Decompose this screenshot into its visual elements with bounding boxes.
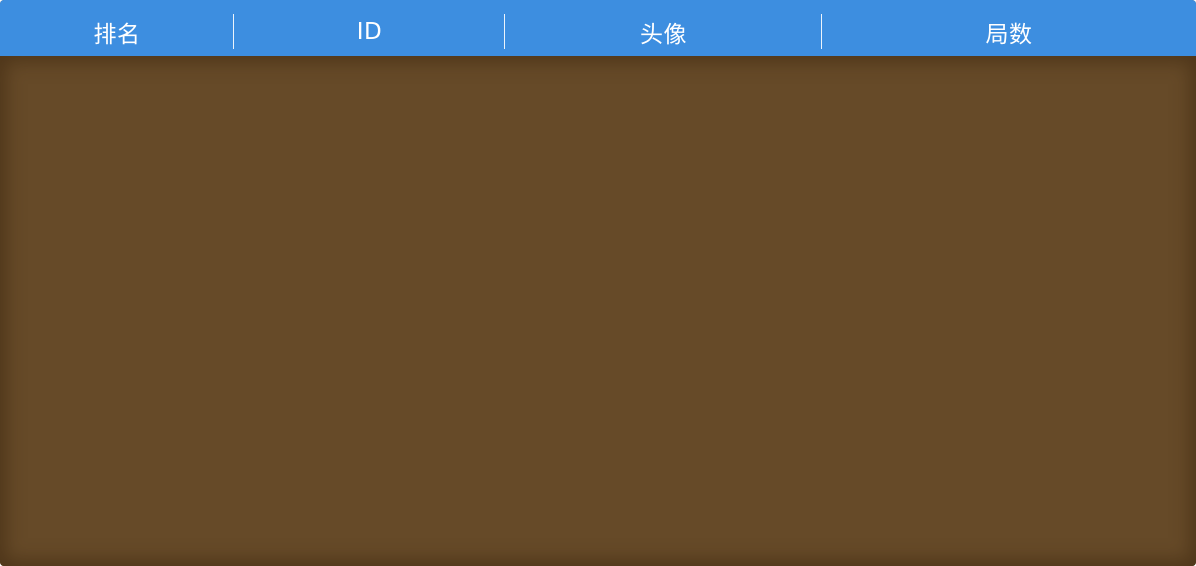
column-header-id: ID xyxy=(234,0,505,56)
leaderboard-panel: 排名 ID 头像 局数 xyxy=(0,0,1196,566)
column-header-games: 局数 xyxy=(985,22,1033,48)
leaderboard-body xyxy=(0,56,1196,566)
leaderboard-header: 排名 ID 头像 局数 xyxy=(0,0,1196,56)
column-header-avatar: 头像 xyxy=(505,0,822,56)
column-header-rank: 排名 xyxy=(0,0,234,56)
